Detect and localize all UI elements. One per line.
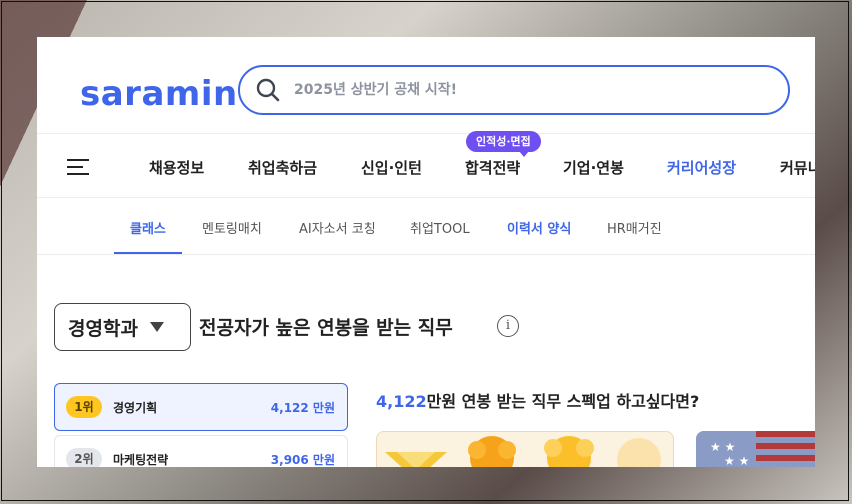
promo-card-1-illustration — [385, 436, 661, 467]
search-icon[interactable] — [255, 77, 281, 103]
search-bar[interactable] — [238, 65, 790, 115]
subnav-divider — [37, 254, 815, 255]
search-input[interactable] — [292, 81, 696, 99]
promo-card-2[interactable]: ★ ★ ★ ★ — [696, 431, 815, 467]
hamburger-menu-icon[interactable] — [67, 159, 89, 175]
tab-hr-magazine[interactable]: HR매거진 — [607, 218, 662, 237]
promo-card-1[interactable] — [376, 431, 674, 467]
nav-item-entry-intern[interactable]: 신입·인턴 — [361, 157, 422, 178]
promo-text: 만원 연봉 받는 직무 스펙업 하고싶다면? — [426, 392, 700, 411]
department-dropdown[interactable]: 경영학과 — [54, 303, 191, 351]
job-salary: 3,906 만원 — [270, 452, 335, 467]
svg-text:★ ★: ★ ★ — [724, 454, 749, 467]
nav-divider — [37, 197, 815, 198]
promo-title: 4,122만원 연봉 받는 직무 스펙업 하고싶다면? — [376, 388, 699, 412]
tab-resume-form[interactable]: 이력서 양식 — [507, 218, 571, 237]
tab-job-tool[interactable]: 취업TOOL — [410, 218, 470, 237]
promo-amount: 4,122 — [376, 392, 427, 411]
saramin-logo[interactable]: saramin — [80, 74, 238, 114]
job-name: 마케팅전략 — [113, 452, 169, 467]
job-name: 경영기획 — [113, 400, 158, 415]
rank-badge: 2위 — [66, 448, 102, 467]
tab-ai-resume[interactable]: AI자소서 코칭 — [299, 218, 376, 237]
nav-item-strategy[interactable]: 합격전략 — [465, 157, 520, 178]
tab-class[interactable]: 클래스 — [130, 218, 166, 237]
header-divider — [37, 133, 815, 134]
tab-mentoring[interactable]: 멘토링매치 — [202, 218, 262, 237]
nav-item-career-growth[interactable]: 커리어성장 — [667, 157, 736, 178]
caret-down-icon — [149, 322, 164, 332]
ranking-row[interactable]: 2위 마케팅전략 3,906 만원 — [54, 435, 348, 467]
nav-item-bonus[interactable]: 취업축하금 — [248, 157, 317, 178]
info-icon[interactable]: i — [497, 315, 519, 337]
rank-badge: 1위 — [66, 396, 102, 418]
department-label: 경영학과 — [68, 317, 138, 340]
ranking-row[interactable]: 1위 경영기획 4,122 만원 — [54, 383, 348, 431]
section-title: 전공자가 높은 연봉을 받는 직무 — [199, 317, 453, 339]
flag-illustration: ★ ★ ★ ★ — [696, 431, 815, 467]
nav-item-company-salary[interactable]: 기업·연봉 — [563, 157, 624, 178]
svg-text:★ ★: ★ ★ — [710, 440, 735, 454]
job-salary: 4,122 만원 — [270, 400, 335, 415]
nav-item-community[interactable]: 커뮤니 — [780, 157, 815, 178]
nav-item-jobs[interactable]: 채용정보 — [149, 157, 204, 178]
browser-page: saramin 채용정보 취업축하금 신입·인턴 합격전략 인적성·면접 기업·… — [37, 37, 815, 467]
nav-badge-aptitude-interview: 인적성·면접 — [466, 131, 541, 157]
